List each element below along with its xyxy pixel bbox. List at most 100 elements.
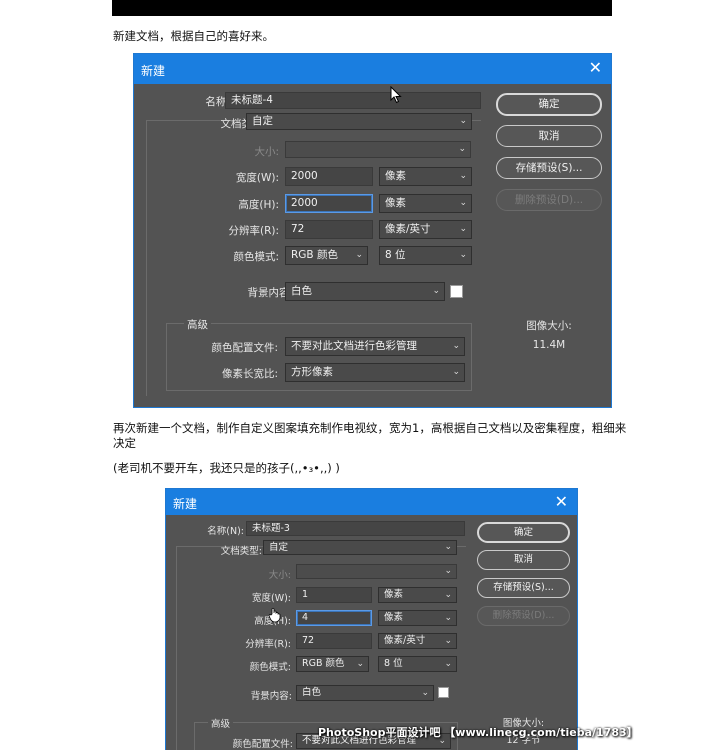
chevron-down-icon: ⌄: [444, 659, 452, 669]
image-size-label: 图像大小:: [526, 320, 572, 332]
chevron-down-icon: ⌄: [459, 198, 467, 208]
width-label: 宽度(W):: [251, 593, 291, 604]
dialog-title-bar: 新建 ✕: [166, 489, 577, 515]
previous-image-strip: [112, 0, 612, 16]
new-document-dialog-1: 新建 ✕ 名称(N): 未标题-4 文档类型: 自定 ⌄ 大小: ⌄ 宽度(W)…: [133, 53, 612, 408]
name-label: 名称(N):: [207, 526, 244, 537]
bit-depth-select[interactable]: 8 位 ⌄: [378, 656, 457, 672]
size-label: 大小:: [254, 146, 279, 158]
hand-cursor-icon: [268, 607, 281, 623]
resolution-unit-value: 像素/英寸: [384, 635, 426, 646]
bit-depth-value: 8 位: [385, 249, 406, 261]
width-input[interactable]: 1: [296, 587, 372, 603]
save-preset-button[interactable]: 存储预设(S)...: [477, 578, 570, 598]
background-color-swatch[interactable]: [438, 687, 449, 698]
cancel-button[interactable]: 取消: [496, 125, 602, 147]
resolution-input[interactable]: 72: [296, 633, 372, 649]
name-input[interactable]: 未标题-3: [246, 521, 465, 536]
background-select[interactable]: 白色 ⌄: [285, 282, 445, 301]
dialog-title: 新建: [141, 64, 166, 78]
color-mode-select[interactable]: RGB 颜色 ⌄: [285, 246, 368, 265]
width-unit-select[interactable]: 像素 ⌄: [379, 167, 472, 186]
delete-preset-button: 删除预设(D)...: [496, 189, 602, 211]
dialog-title: 新建: [173, 497, 198, 511]
advanced-label: 高级: [184, 317, 211, 332]
height-label: 高度(H):: [238, 199, 279, 211]
resolution-unit-value: 像素/英寸: [385, 223, 431, 235]
chevron-down-icon: ⌄: [459, 171, 467, 181]
height-unit-value: 像素: [385, 197, 406, 209]
document-type-select[interactable]: 自定 ⌄: [263, 540, 457, 555]
cancel-button[interactable]: 取消: [477, 550, 570, 570]
close-icon[interactable]: ✕: [589, 58, 602, 78]
resolution-unit-select[interactable]: 像素/英寸 ⌄: [378, 633, 457, 649]
size-label: 大小:: [268, 570, 291, 581]
chevron-down-icon: ⌄: [459, 116, 467, 126]
background-value: 白色: [291, 285, 312, 297]
paragraph-1: 新建文档，根据自己的喜好来。: [113, 29, 274, 43]
name-input[interactable]: 未标题-4: [225, 92, 481, 109]
background-value: 白色: [302, 687, 322, 698]
height-input[interactable]: 4: [296, 610, 372, 626]
size-select: ⌄: [285, 141, 471, 158]
watermark: PhotoShop平面设计吧 【www.linecg.com/tieba/178…: [318, 726, 638, 739]
chevron-down-icon: ⌄: [444, 590, 452, 600]
background-color-swatch[interactable]: [450, 285, 463, 298]
chevron-down-icon: ⌄: [452, 341, 460, 351]
document-type-label: 文档类型:: [220, 546, 262, 557]
width-unit-value: 像素: [384, 589, 404, 600]
delete-preset-button: 删除预设(D)...: [477, 606, 570, 626]
chevron-down-icon: ⌄: [444, 613, 452, 623]
pixel-aspect-select[interactable]: 方形像素 ⌄: [285, 363, 465, 382]
advanced-label: 高级: [208, 716, 234, 730]
width-label: 宽度(W):: [235, 172, 279, 184]
ok-button[interactable]: 确定: [496, 93, 602, 116]
resolution-label: 分辨率(R):: [245, 639, 291, 650]
height-unit-select[interactable]: 像素 ⌄: [379, 194, 472, 213]
resolution-label: 分辨率(R):: [228, 225, 279, 237]
size-select: ⌄: [296, 564, 457, 579]
chevron-down-icon: ⌄: [355, 250, 363, 260]
color-mode-value: RGB 颜色: [291, 249, 338, 261]
chevron-down-icon: ⌄: [458, 144, 466, 154]
resolution-unit-select[interactable]: 像素/英寸 ⌄: [379, 220, 472, 239]
chevron-down-icon: ⌄: [459, 250, 467, 260]
chevron-down-icon: ⌄: [444, 542, 452, 552]
dialog-title-bar: 新建 ✕: [134, 54, 611, 84]
color-mode-select[interactable]: RGB 颜色 ⌄: [296, 656, 369, 672]
chevron-down-icon: ⌄: [421, 688, 429, 698]
pixel-aspect-value: 方形像素: [291, 366, 333, 378]
new-document-dialog-2: 新建 ✕ 名称(N): 未标题-3 文档类型: 自定 ⌄ 大小: ⌄ 宽度(W)…: [165, 488, 578, 750]
resolution-input[interactable]: 72: [285, 220, 373, 239]
chevron-down-icon: ⌄: [432, 286, 440, 296]
height-unit-value: 像素: [384, 612, 404, 623]
width-unit-value: 像素: [385, 170, 406, 182]
paragraph-3: (老司机不要开车，我还只是的孩子(,,•₃•,,) ): [113, 461, 340, 475]
color-mode-label: 颜色模式:: [233, 251, 279, 263]
chevron-down-icon: ⌄: [356, 659, 364, 669]
width-unit-select[interactable]: 像素 ⌄: [378, 587, 457, 603]
mouse-pointer-icon: [390, 86, 402, 104]
height-input[interactable]: 2000: [285, 194, 373, 213]
save-preset-button[interactable]: 存储预设(S)...: [496, 157, 602, 179]
chevron-down-icon: ⌄: [452, 367, 460, 377]
background-label: 背景内容:: [250, 691, 292, 702]
background-label: 背景内容:: [247, 287, 293, 299]
chevron-down-icon: ⌄: [459, 224, 467, 234]
paragraph-2: 再次新建一个文档，制作自定义图案填充制作电视纹，宽为1，高根据自己文档以及密集程…: [113, 421, 627, 450]
pixel-aspect-label: 像素长宽比:: [221, 368, 278, 380]
background-select[interactable]: 白色 ⌄: [296, 685, 434, 701]
chevron-down-icon: ⌄: [444, 636, 452, 646]
bit-depth-select[interactable]: 8 位 ⌄: [379, 246, 472, 265]
ok-button[interactable]: 确定: [477, 522, 570, 543]
close-icon[interactable]: ✕: [555, 492, 568, 512]
image-size-value: 11.4M: [532, 339, 566, 351]
height-unit-select[interactable]: 像素 ⌄: [378, 610, 457, 626]
color-mode-value: RGB 颜色: [302, 658, 345, 669]
color-profile-select[interactable]: 不要对此文档进行色彩管理 ⌄: [285, 337, 465, 356]
document-type-value: 自定: [252, 115, 273, 127]
document-type-value: 自定: [269, 542, 289, 553]
chevron-down-icon: ⌄: [444, 566, 452, 576]
document-type-select[interactable]: 自定 ⌄: [246, 113, 472, 130]
width-input[interactable]: 2000: [285, 167, 373, 186]
